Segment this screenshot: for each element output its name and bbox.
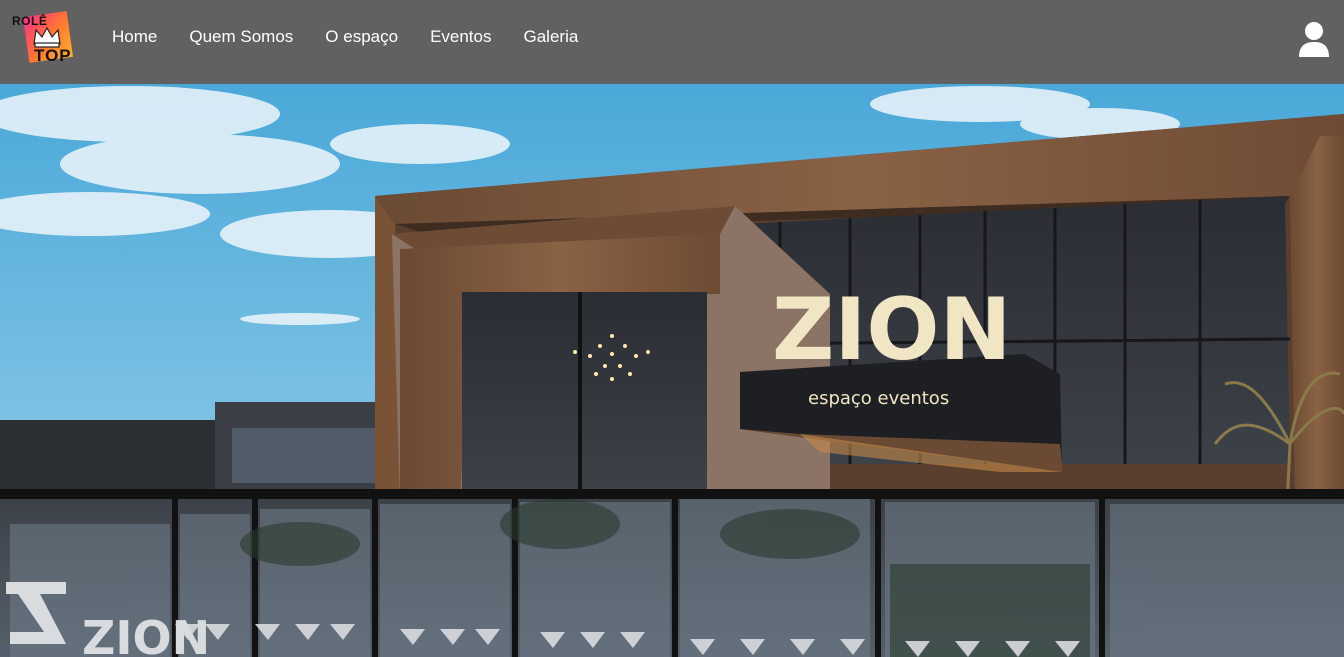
nav-eventos[interactable]: Eventos [430,26,491,48]
user-icon[interactable] [1298,21,1330,57]
site-logo[interactable]: ROLÊ TOP [12,11,80,66]
nav-quem-somos[interactable]: Quem Somos [189,26,293,48]
nav-galeria[interactable]: Galeria [524,26,579,48]
logo-text-role: ROLÊ [12,14,48,28]
sign-zion: ZION [772,280,1011,380]
main-nav: Home Quem Somos O espaço Eventos Galeria [112,26,610,48]
crown-icon [33,26,61,48]
navbar: ROLÊ TOP Home Quem Somos O espaço Evento… [0,0,1344,84]
logo-text-top: TOP [34,46,72,65]
sign-subtext: espaço eventos [808,388,949,409]
venue-facade-illustration: ZION espaço eventos ZION [0,84,1344,657]
hero-image: ZION espaço eventos ZION [0,84,1344,657]
nav-home[interactable]: Home [112,26,157,48]
nav-o-espaco[interactable]: O espaço [325,26,398,48]
